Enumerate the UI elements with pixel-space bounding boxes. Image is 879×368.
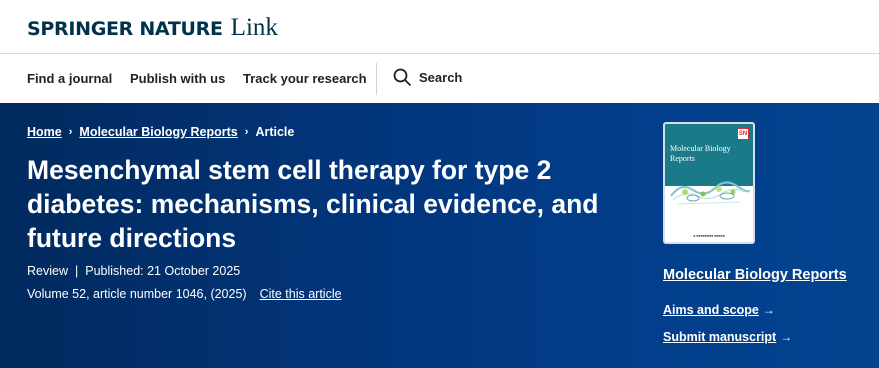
volume-info: Volume 52, article number 1046, (2025) xyxy=(27,287,247,301)
aims-and-scope-link[interactable]: Aims and scope → xyxy=(663,303,775,317)
nav-publish-with-us[interactable]: Publish with us xyxy=(130,71,225,86)
breadcrumb-journal[interactable]: Molecular Biology Reports xyxy=(79,125,237,139)
journal-cover[interactable]: SN Molecular Biology Reports ■ ■■■■■■■■ … xyxy=(663,122,755,244)
nav-track-your-research[interactable]: Track your research xyxy=(243,71,367,86)
article-type: Review xyxy=(27,264,68,278)
main-nav: Find a journal Publish with us Track you… xyxy=(0,55,879,103)
cover-title: Molecular Biology Reports xyxy=(670,144,731,163)
breadcrumb-current: Article xyxy=(255,125,295,139)
meta-divider: | xyxy=(75,264,79,278)
nav-divider xyxy=(376,63,377,95)
logo-text-link: Link xyxy=(230,14,278,41)
article-title: Mesenchymal stem cell therapy for type 2… xyxy=(27,155,599,253)
chevron-right-icon: › xyxy=(244,126,249,138)
breadcrumb: Home › Molecular Biology Reports › Artic… xyxy=(27,125,294,139)
logo-text-main: SPRINGER NATURE xyxy=(27,18,223,40)
springer-nature-link-logo[interactable]: SPRINGER NATURE Link xyxy=(27,14,278,42)
article-meta: Review | Published: 21 October 2025 xyxy=(27,264,240,278)
aims-and-scope-label: Aims and scope xyxy=(663,303,759,317)
nav-find-a-journal[interactable]: Find a journal xyxy=(27,71,112,86)
article-volume-line: Volume 52, article number 1046, (2025) Ci… xyxy=(27,287,342,301)
breadcrumb-home[interactable]: Home xyxy=(27,125,62,139)
cover-molecule-illustration xyxy=(670,181,750,205)
springer-nature-badge: SN xyxy=(737,128,749,140)
article-hero: Home › Molecular Biology Reports › Artic… xyxy=(0,103,879,368)
search-icon xyxy=(393,68,411,86)
submit-manuscript-link[interactable]: Submit manuscript → xyxy=(663,330,792,344)
arrow-right-icon: → xyxy=(780,330,793,344)
search-button[interactable]: Search xyxy=(392,67,462,87)
arrow-right-icon: → xyxy=(762,303,775,317)
chevron-right-icon: › xyxy=(68,126,73,138)
submit-manuscript-label: Submit manuscript xyxy=(663,330,777,344)
journal-name-link[interactable]: Molecular Biology Reports xyxy=(663,267,847,283)
search-label: Search xyxy=(419,69,463,85)
published-date: Published: 21 October 2025 xyxy=(85,264,241,278)
cover-publisher-footer: ■ ■■■■■■■■ ■■■■■ xyxy=(693,234,725,238)
top-bar: SPRINGER NATURE Link xyxy=(0,0,879,54)
cite-this-article-link[interactable]: Cite this article xyxy=(260,287,342,301)
